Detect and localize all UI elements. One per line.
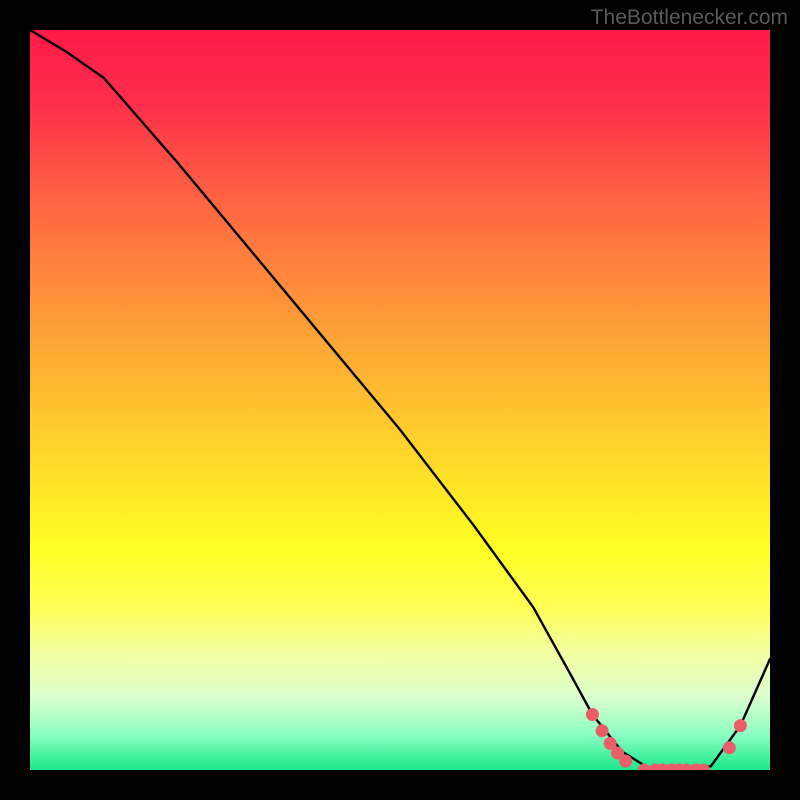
data-marker — [723, 741, 736, 754]
data-marker — [596, 724, 609, 737]
plot-area — [30, 30, 770, 770]
data-marker — [638, 764, 651, 771]
data-curve — [30, 30, 770, 770]
chart-svg — [30, 30, 770, 770]
watermark-text: TheBottlenecker.com — [591, 6, 788, 30]
data-markers — [586, 708, 747, 770]
data-marker — [734, 719, 747, 732]
chart-container: TheBottlenecker.com — [0, 0, 800, 800]
data-marker — [586, 708, 599, 721]
data-marker — [619, 755, 632, 768]
